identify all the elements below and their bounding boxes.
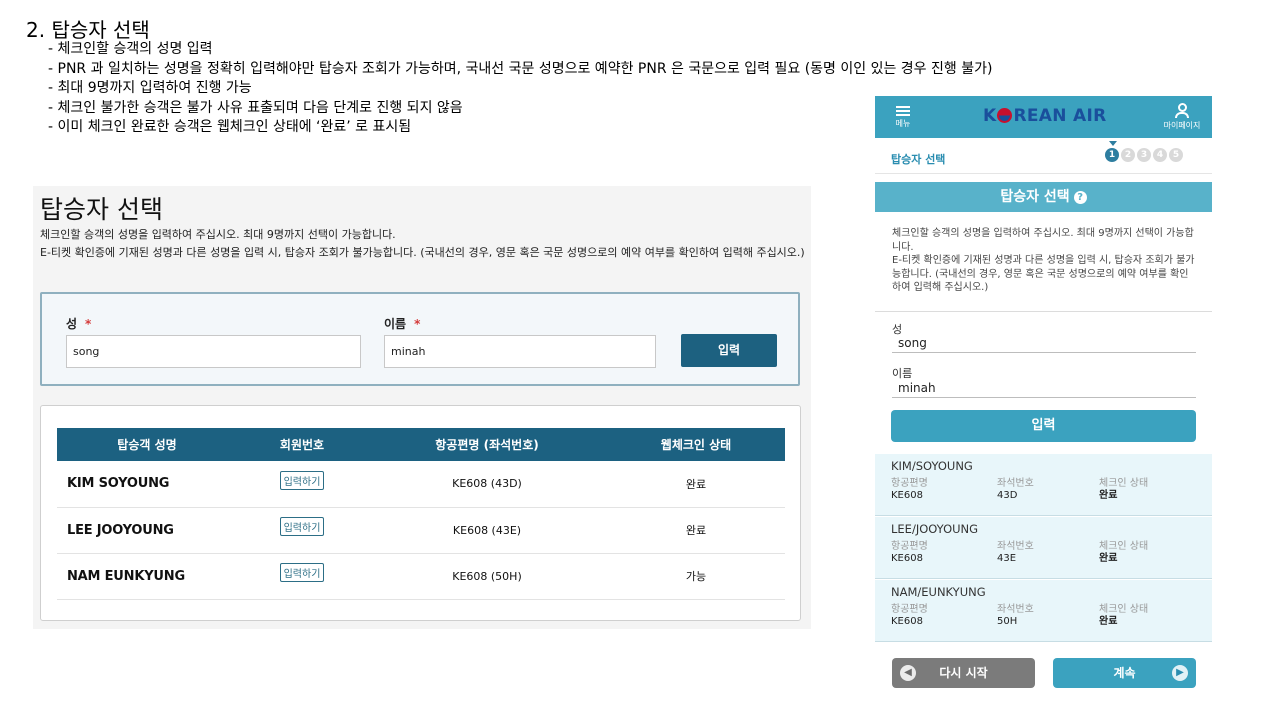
arrow-left-icon: ◀ [900,665,916,681]
checkin-status: 완료 [607,461,785,508]
step-indicator: 1 2 3 4 5 [1105,148,1183,162]
flight-seat: KE608 (50H) [367,553,607,600]
first-name-input[interactable] [384,335,656,368]
last-name-input[interactable] [66,335,361,368]
passenger-name: KIM/SOYOUNG [891,459,973,473]
help-icon[interactable]: ? [1073,191,1087,204]
step-1: 1 [1105,148,1119,162]
seat-label: 좌석번호 [997,541,1034,552]
divider [875,173,1212,174]
list-item[interactable]: KIM/SOYOUNG 항공편명 KE608 좌석번호 43D 체크인 상태 완료 [875,454,1212,516]
mobile-passenger-panel: 메뉴 K REAN AIR 마이페이지 탑승자 선택 1 2 3 4 5 탑승자 … [875,96,1212,694]
step-5: 5 [1169,148,1183,162]
flight-seat: KE608 (43D) [367,461,607,508]
flight-value: KE608 [891,616,923,627]
spec-item: PNR 과 일치하는 성명을 정확히 입력해야만 탑승자 조회가 가능하며, 국… [48,60,993,80]
flight-label: 항공편명 [891,604,928,615]
spec-item: 체크인 불가한 승객은 불가 사유 표출되며 다음 단계로 진행 되지 않음 [48,99,992,119]
continue-button[interactable]: 계속 ▶ [1053,658,1196,688]
spec-item: 이미 체크인 완료한 승객은 웹체크인 상태에 ‘완료’ 로 표시됨 [48,118,992,138]
flight-value: KE608 [891,553,923,564]
status-label: 체크인 상태 [1099,604,1149,615]
passenger-table: 탑승객 성명 회원번호 항공편명 (좌석번호) 웹체크인 상태 KIM SOYO… [57,428,785,600]
step-label: 탑승자 선택 [891,153,946,166]
flight-label: 항공편명 [891,541,928,552]
required-mark: * [414,317,421,331]
member-cell: 입력하기 [237,553,367,600]
last-name-label: 성 * [66,317,92,331]
seat-label: 좌석번호 [997,478,1034,489]
mobile-first-name-label: 이름 [892,367,913,380]
status-label: 체크인 상태 [1099,478,1149,489]
current-step-caret-icon [1109,141,1117,146]
menu-label: 메뉴 [895,119,911,128]
brand-logo[interactable]: K REAN AIR [983,106,1106,126]
arrow-right-icon: ▶ [1172,665,1188,681]
table-row: KIM SOYOUNG 입력하기 KE608 (43D) 완료 [57,461,785,508]
member-cell: 입력하기 [237,507,367,554]
divider [875,311,1212,312]
spec-item: 최대 9명까지 입력하여 진행 가능 [48,79,992,99]
passenger-name: NAM/EUNKYUNG [891,585,986,599]
passenger-list-box: 탑승객 성명 회원번호 항공편명 (좌석번호) 웹체크인 상태 KIM SOYO… [40,405,801,621]
col-header-flight: 항공편명 (좌석번호) [367,428,607,461]
passenger-name: LEE/JOOYOUNG [891,522,979,536]
seat-value: 43D [997,490,1018,501]
spec-list: 체크인할 승객의 성명 입력 PNR 과 일치하는 성명을 정확히 입력해야만 … [48,40,993,138]
section-title-bar: 탑승자 선택? [875,182,1212,212]
checkin-status: 가능 [607,553,785,600]
enter-button[interactable]: 입력 [681,334,777,367]
page-description: 체크인할 승객의 성명을 입력하여 주십시오. 최대 9명까지 선택이 가능합니… [40,228,805,259]
mobile-first-name-input[interactable]: minah [892,380,1196,398]
mobile-enter-button[interactable]: 입력 [891,410,1196,442]
desktop-passenger-panel: 탑승자 선택 체크인할 승객의 성명을 입력하여 주십시오. 최대 9명까지 선… [33,186,811,629]
flight-value: KE608 [891,490,923,501]
first-name-label: 이름 * [384,317,421,331]
table-header-row: 탑승객 성명 회원번호 항공편명 (좌석번호) 웹체크인 상태 [57,428,785,461]
member-cell: 입력하기 [237,461,367,508]
mypage-label: 마이페이지 [1163,121,1201,130]
col-header-member: 회원번호 [237,428,367,461]
seat-value: 50H [997,616,1018,627]
page-title: 탑승자 선택 [40,195,163,224]
mobile-header: 메뉴 K REAN AIR 마이페이지 [875,96,1212,138]
list-item[interactable]: NAM/EUNKYUNG 항공편명 KE608 좌석번호 50H 체크인 상태 완료 [875,580,1212,642]
member-input-button[interactable]: 입력하기 [279,563,325,582]
flight-seat: KE608 (43E) [367,507,607,554]
mobile-last-name-input[interactable]: song [892,335,1196,353]
restart-button[interactable]: ◀ 다시 시작 [892,658,1035,688]
status-label: 체크인 상태 [1099,541,1149,552]
taegeuk-logo-icon [997,108,1013,123]
required-mark: * [85,317,92,331]
passenger-name: KIM SOYOUNG [57,461,237,508]
mobile-description: 체크인할 승객의 성명을 입력하여 주십시오. 최대 9명까지 선택이 가능합니… [892,228,1195,293]
step-2: 2 [1121,148,1135,162]
menu-button[interactable]: 메뉴 [888,103,918,133]
table-row: NAM EUNKYUNG 입력하기 KE608 (50H) 가능 [57,553,785,600]
col-header-status: 웹체크인 상태 [607,428,785,461]
checkin-status: 완료 [607,507,785,554]
flight-label: 항공편명 [891,478,928,489]
name-entry-form: 성* 이름* 입력 [40,292,800,386]
passenger-name: LEE JOOYOUNG [57,507,237,554]
status-value: 완료 [1099,553,1118,564]
member-input-button[interactable]: 입력하기 [279,470,325,490]
user-icon [1177,103,1187,112]
seat-label: 좌석번호 [997,604,1034,615]
step-4: 4 [1153,148,1167,162]
status-value: 완료 [1099,616,1118,627]
seat-value: 43E [997,553,1017,564]
member-input-button[interactable]: 입력하기 [279,517,325,536]
spec-title: 2. 탑승자 선택 [26,18,150,42]
passenger-name: NAM EUNKYUNG [57,553,237,600]
status-value: 완료 [1099,490,1118,501]
col-header-name: 탑승객 성명 [57,428,237,461]
step-3: 3 [1137,148,1151,162]
mypage-button[interactable]: 마이페이지 [1157,103,1207,131]
table-row: LEE JOOYOUNG 입력하기 KE608 (43E) 완료 [57,507,785,554]
list-item[interactable]: LEE/JOOYOUNG 항공편명 KE608 좌석번호 43E 체크인 상태 완료 [875,517,1212,579]
hamburger-icon [896,106,910,108]
spec-item: 체크인할 승객의 성명 입력 [48,40,992,60]
